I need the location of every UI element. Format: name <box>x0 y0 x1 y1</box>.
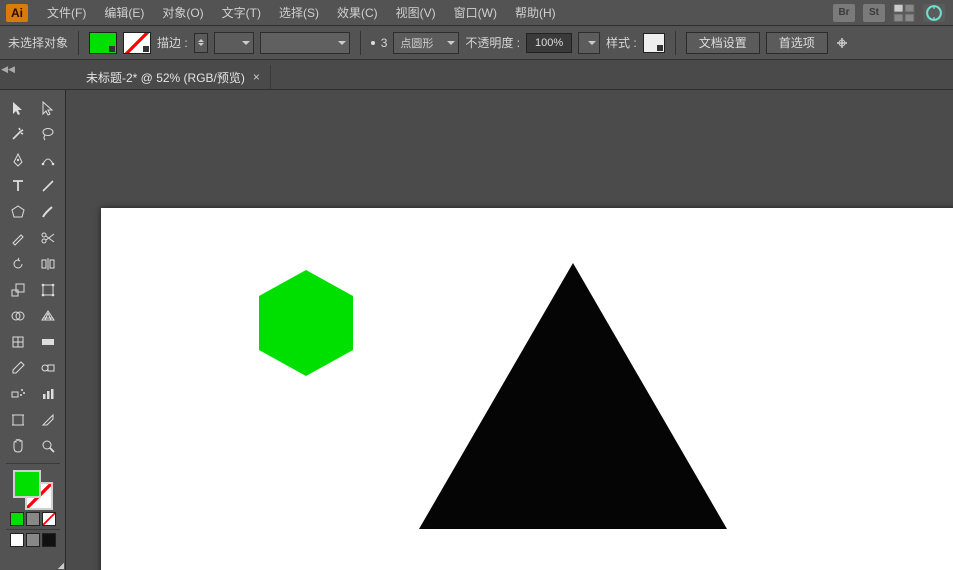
magic-wand-tool[interactable] <box>4 122 32 146</box>
style-label: 样式 : <box>606 34 637 51</box>
stock-icon[interactable]: St <box>863 4 885 22</box>
perspective-grid-tool[interactable] <box>34 304 62 328</box>
draw-behind[interactable] <box>26 533 40 547</box>
free-transform-tool[interactable] <box>34 278 62 302</box>
stroke-label: 描边 : <box>157 34 188 51</box>
tools-panel <box>0 90 66 570</box>
document-title: 未标题-2* @ 52% (RGB/预览) <box>86 69 245 86</box>
point-shape-dropdown[interactable]: 点圆形 <box>393 32 459 54</box>
shape-builder-tool[interactable] <box>4 304 32 328</box>
blend-tool[interactable] <box>34 356 62 380</box>
mesh-tool[interactable] <box>4 330 32 354</box>
artboard[interactable] <box>101 208 953 570</box>
selection-tool[interactable] <box>4 96 32 120</box>
column-graph-tool[interactable] <box>34 382 62 406</box>
sync-settings-icon[interactable] <box>923 4 945 22</box>
scale-tool[interactable] <box>4 278 32 302</box>
close-tab-icon[interactable]: × <box>253 70 260 84</box>
bullet-icon <box>371 41 375 45</box>
opacity-label: 不透明度 : <box>465 34 520 51</box>
fill-swatch[interactable] <box>89 32 117 54</box>
menu-select[interactable]: 选择(S) <box>272 1 326 24</box>
menu-object[interactable]: 对象(O) <box>155 1 210 24</box>
gradient-tool[interactable] <box>34 330 62 354</box>
opacity-dropdown[interactable] <box>578 32 600 54</box>
triangle-shape[interactable] <box>419 263 727 529</box>
menu-edit[interactable]: 编辑(E) <box>97 1 151 24</box>
menu-bar: Ai 文件(F) 编辑(E) 对象(O) 文字(T) 选择(S) 效果(C) 视… <box>0 0 953 26</box>
menu-file[interactable]: 文件(F) <box>40 1 93 24</box>
direct-selection-tool[interactable] <box>34 96 62 120</box>
stroke-weight-dropdown[interactable] <box>214 32 254 54</box>
fill-stroke-proxy[interactable] <box>13 470 53 510</box>
graphic-style-swatch[interactable] <box>643 33 665 53</box>
menu-help[interactable]: 帮助(H) <box>508 1 563 24</box>
preferences-button[interactable]: 首选项 <box>766 32 828 54</box>
artboard-tool[interactable] <box>4 408 32 432</box>
color-mode-row <box>10 512 56 526</box>
hand-tool[interactable] <box>4 434 32 458</box>
opacity-field[interactable]: 100% <box>526 33 572 53</box>
workspace[interactable] <box>66 90 953 570</box>
eyedropper-tool[interactable] <box>4 356 32 380</box>
color-mode-color[interactable] <box>10 512 24 526</box>
symbol-sprayer-tool[interactable] <box>4 382 32 406</box>
pen-tool[interactable] <box>4 148 32 172</box>
type-tool[interactable] <box>4 174 32 198</box>
rotate-tool[interactable] <box>4 252 32 276</box>
lasso-tool[interactable] <box>34 122 62 146</box>
selection-status: 未选择对象 <box>8 34 68 51</box>
draw-normal[interactable] <box>10 533 24 547</box>
reflect-tool[interactable] <box>34 252 62 276</box>
point-size: 3 <box>381 36 388 50</box>
scissors-tool[interactable] <box>34 226 62 250</box>
hexagon-shape[interactable] <box>259 270 353 376</box>
paintbrush-tool[interactable] <box>34 200 62 224</box>
stroke-weight-stepper[interactable] <box>194 33 208 53</box>
pencil-tool[interactable] <box>4 226 32 250</box>
line-segment-tool[interactable] <box>34 174 62 198</box>
menu-effect[interactable]: 效果(C) <box>330 1 385 24</box>
zoom-tool[interactable] <box>34 434 62 458</box>
bridge-icon[interactable]: Br <box>833 4 855 22</box>
menu-view[interactable]: 视图(V) <box>389 1 443 24</box>
slice-tool[interactable] <box>34 408 62 432</box>
stroke-profile-dropdown[interactable] <box>260 32 350 54</box>
menu-type[interactable]: 文字(T) <box>215 1 268 24</box>
document-setup-button[interactable]: 文档设置 <box>686 32 760 54</box>
curvature-tool[interactable] <box>34 148 62 172</box>
menu-window[interactable]: 窗口(W) <box>447 1 504 24</box>
fill-color-proxy[interactable] <box>13 470 41 498</box>
document-tab-strip: 未标题-2* @ 52% (RGB/预览) × <box>0 60 953 90</box>
color-mode-gradient[interactable] <box>26 512 40 526</box>
collapse-panels-icon[interactable]: ◀◀ <box>2 62 14 76</box>
app-logo: Ai <box>6 4 28 22</box>
polygon-tool[interactable] <box>4 200 32 224</box>
draw-mode-row <box>10 533 56 547</box>
document-tab[interactable]: 未标题-2* @ 52% (RGB/预览) × <box>76 65 271 89</box>
pin-options-icon[interactable] <box>834 35 850 51</box>
draw-inside[interactable] <box>42 533 56 547</box>
stroke-swatch[interactable] <box>123 32 151 54</box>
options-bar: 未选择对象 描边 : 3 点圆形 不透明度 : 100% 样式 : 文档设置 首… <box>0 26 953 60</box>
arrange-documents-icon[interactable] <box>893 4 915 22</box>
color-mode-none[interactable] <box>42 512 56 526</box>
